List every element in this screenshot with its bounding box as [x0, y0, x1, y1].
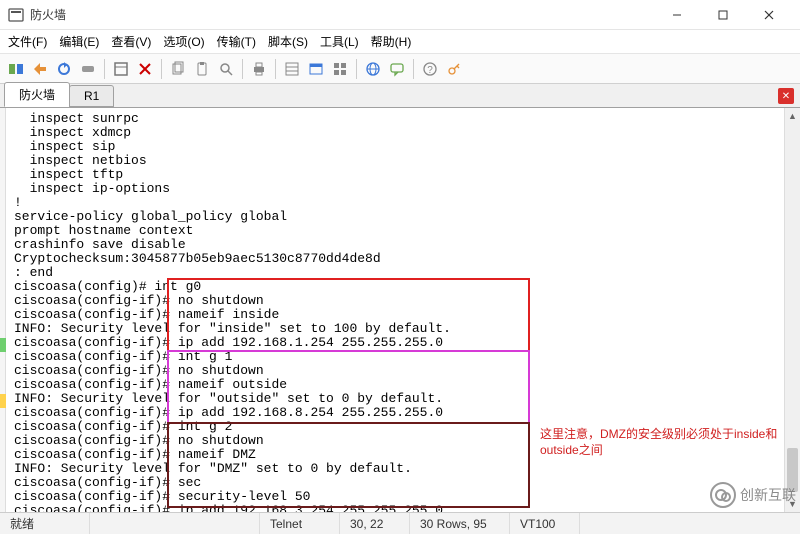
- tab-r1[interactable]: R1: [69, 85, 114, 107]
- watermark-logo-icon: [710, 482, 736, 508]
- status-rows: 30 Rows, 95: [410, 513, 510, 534]
- watermark-text: 创新互联: [740, 485, 796, 505]
- cancel-icon[interactable]: [135, 59, 155, 79]
- menu-script[interactable]: 脚本(S): [268, 33, 308, 50]
- status-protocol: Telnet: [260, 513, 340, 534]
- chat-icon[interactable]: [387, 59, 407, 79]
- session-window-icon[interactable]: [306, 59, 326, 79]
- annotation-note-line2: outside之间: [540, 443, 603, 457]
- scroll-up-icon[interactable]: ▲: [785, 108, 800, 124]
- app-icon: [8, 7, 24, 23]
- menubar: 文件(F) 编辑(E) 查看(V) 选项(O) 传输(T) 脚本(S) 工具(L…: [0, 30, 800, 54]
- tab-firewall[interactable]: 防火墙: [4, 82, 70, 107]
- window-controls: [654, 0, 792, 30]
- properties-icon[interactable]: [282, 59, 302, 79]
- paste-icon[interactable]: [192, 59, 212, 79]
- tabstrip: 防火墙 R1 ✕: [0, 84, 800, 108]
- help-icon[interactable]: ?: [420, 59, 440, 79]
- globe-icon[interactable]: [363, 59, 383, 79]
- menu-options[interactable]: 选项(O): [163, 33, 204, 50]
- menu-help[interactable]: 帮助(H): [371, 33, 412, 50]
- menu-view[interactable]: 查看(V): [111, 33, 151, 50]
- statusbar: 就绪 Telnet 30, 22 30 Rows, 95 VT100: [0, 512, 800, 534]
- toolbar-separator: [356, 59, 357, 79]
- menu-tools[interactable]: 工具(L): [320, 33, 359, 50]
- watermark: 创新互联: [710, 482, 796, 508]
- tab-close-icon[interactable]: ✕: [778, 88, 794, 104]
- toolbar-separator: [275, 59, 276, 79]
- keymap-icon[interactable]: [444, 59, 464, 79]
- copy-icon[interactable]: [168, 59, 188, 79]
- reconnect-icon[interactable]: [54, 59, 74, 79]
- close-button[interactable]: [746, 0, 792, 30]
- menu-edit[interactable]: 编辑(E): [59, 33, 99, 50]
- menu-file[interactable]: 文件(F): [8, 33, 47, 50]
- toolbar-separator: [161, 59, 162, 79]
- session-manager-icon[interactable]: [6, 59, 26, 79]
- status-term: VT100: [510, 513, 580, 534]
- maximize-button[interactable]: [700, 0, 746, 30]
- svg-text:?: ?: [427, 65, 433, 76]
- window-title: 防火墙: [30, 6, 654, 23]
- annotation-note-line1: 这里注意，DMZ的安全级别必须处于inside和: [540, 427, 777, 441]
- minimize-button[interactable]: [654, 0, 700, 30]
- toolbar: ?: [0, 54, 800, 84]
- toolbar-separator: [413, 59, 414, 79]
- find-icon[interactable]: [216, 59, 236, 79]
- annotation-note: 这里注意，DMZ的安全级别必须处于inside和 outside之间: [540, 426, 790, 458]
- menu-transfer[interactable]: 传输(T): [217, 33, 256, 50]
- toolbar-separator: [242, 59, 243, 79]
- session-options-icon[interactable]: [111, 59, 131, 79]
- print-icon[interactable]: [249, 59, 269, 79]
- titlebar: 防火墙: [0, 0, 800, 30]
- tile-icon[interactable]: [330, 59, 350, 79]
- disconnect-icon[interactable]: [78, 59, 98, 79]
- status-cursor: 30, 22: [340, 513, 410, 534]
- quick-connect-icon[interactable]: [30, 59, 50, 79]
- status-ready: 就绪: [0, 513, 90, 534]
- toolbar-separator: [104, 59, 105, 79]
